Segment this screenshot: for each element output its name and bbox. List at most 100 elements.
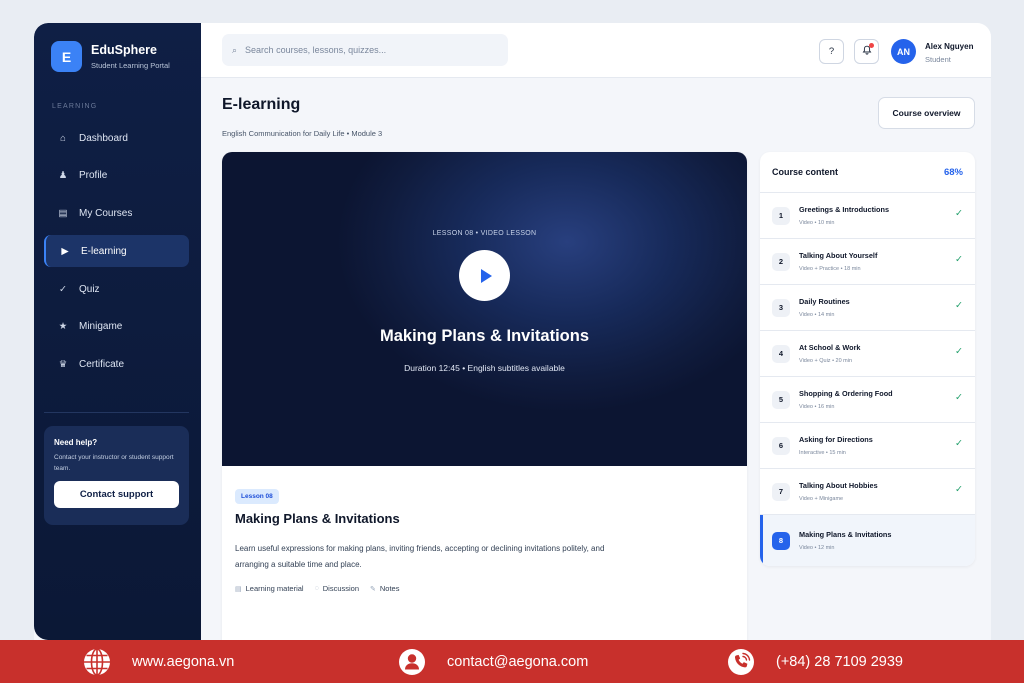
sidebar-item-quiz[interactable]: ✓ Quiz xyxy=(44,273,189,305)
sidebar: E EduSphere Student Learning Portal LEAR… xyxy=(34,23,201,640)
sidebar-item-label: Certificate xyxy=(79,359,125,371)
lesson-name: Asking for Directions xyxy=(799,435,873,444)
lesson-links: ▤ Learning material ◌ Discussion ✎ Notes xyxy=(235,584,410,593)
sidebar-nav: ⌂ Dashboard ♟ Profile ▤ My Courses ▶ E-l… xyxy=(44,122,189,387)
page-title: E-learning xyxy=(222,96,301,113)
learning-material-link[interactable]: ▤ Learning material xyxy=(235,584,304,593)
lesson-number: 4 xyxy=(772,344,790,363)
video-tag: LESSON 08 • VIDEO LESSON xyxy=(432,230,537,237)
footer-email-text: contact@aegona.com xyxy=(447,653,589,670)
lesson-list-item[interactable]: 2 Talking About Yourself Video + Practic… xyxy=(760,239,975,285)
sidebar-item-dashboard[interactable]: ⌂ Dashboard xyxy=(44,122,189,154)
lesson-name: Talking About Yourself xyxy=(799,251,878,260)
help-card: Need help? Contact your instructor or st… xyxy=(44,426,189,525)
lesson-number: 6 xyxy=(772,436,790,455)
footer-bar: www.aegona.vn contact@aegona.com (+84) 2… xyxy=(0,640,1024,683)
sidebar-item-minigame[interactable]: ★ Minigame xyxy=(44,311,189,343)
lesson-list-item[interactable]: 7 Talking About Hobbies Video + Minigame… xyxy=(760,469,975,515)
brand[interactable]: E EduSphere Student Learning Portal xyxy=(51,41,170,72)
sidebar-item-label: Quiz xyxy=(79,283,100,295)
notes-icon: ✎ xyxy=(370,585,376,593)
star-icon: ★ xyxy=(58,321,68,333)
lesson-meta: Video • 10 min xyxy=(799,220,835,226)
chat-icon: ◌ xyxy=(314,585,319,592)
app-window: E EduSphere Student Learning Portal LEAR… xyxy=(34,23,991,640)
sidebar-item-label: Profile xyxy=(79,170,108,182)
completed-check-icon: ✓ xyxy=(955,392,963,403)
footer-phone[interactable]: (+84) 28 7109 2939 xyxy=(724,640,903,683)
sidebar-divider xyxy=(44,412,189,413)
video-title: Making Plans & Invitations xyxy=(379,327,590,345)
help-button[interactable]: ? xyxy=(819,39,844,64)
sidebar-item-profile[interactable]: ♟ Profile xyxy=(44,160,189,192)
completed-check-icon: ✓ xyxy=(955,438,963,449)
notes-link[interactable]: ✎ Notes xyxy=(370,584,399,593)
user-role: Student xyxy=(925,55,951,64)
lesson-meta: Video + Practice • 18 min xyxy=(799,266,861,272)
lesson-name: Making Plans & Invitations xyxy=(799,530,892,539)
user-icon: ♟ xyxy=(58,170,68,182)
help-icon: ? xyxy=(828,46,835,57)
search-icon: ⌕ xyxy=(232,44,238,55)
notification-dot xyxy=(869,43,874,48)
help-title: Need help? xyxy=(54,438,98,447)
sidebar-item-label: My Courses xyxy=(79,208,133,220)
sidebar-item-certificate[interactable]: ♛ Certificate xyxy=(44,349,189,381)
course-content-header: Course content 68% xyxy=(760,152,975,193)
lesson-number: 2 xyxy=(772,252,790,271)
lesson-number: 5 xyxy=(772,390,790,409)
lesson-name: Shopping & Ordering Food xyxy=(799,389,893,398)
lesson-list-item[interactable]: 1 Greetings & Introductions Video • 10 m… xyxy=(760,193,975,239)
discussion-link[interactable]: ◌ Discussion xyxy=(315,584,359,593)
search-input[interactable] xyxy=(245,45,486,55)
lesson-meta: Interactive • 15 min xyxy=(799,450,846,456)
completed-check-icon: ✓ xyxy=(955,484,963,495)
brand-logo: E xyxy=(51,41,82,72)
lesson-list-item[interactable]: 3 Daily Routines Video • 14 min ✓ xyxy=(760,285,975,331)
brand-subtitle: Student Learning Portal xyxy=(91,61,170,70)
course-content-panel: Course content 68% 1 Greetings & Introdu… xyxy=(760,152,975,566)
topbar: ⌕ ? AN Alex Nguyen Student xyxy=(201,23,991,78)
video-player[interactable]: LESSON 08 • VIDEO LESSON Making Plans & … xyxy=(222,152,747,466)
lesson-card: LESSON 08 • VIDEO LESSON Making Plans & … xyxy=(222,152,747,640)
link-label: Notes xyxy=(379,584,400,593)
lesson-list-item[interactable]: 5 Shopping & Ordering Food Video • 16 mi… xyxy=(760,377,975,423)
completed-check-icon: ✓ xyxy=(955,300,963,311)
course-overview-button[interactable]: Course overview xyxy=(878,97,975,129)
lesson-number: 8 xyxy=(772,531,790,550)
avatar[interactable]: AN xyxy=(891,39,916,64)
crown-icon: ♛ xyxy=(58,359,68,371)
footer-email[interactable]: contact@aegona.com xyxy=(395,640,588,683)
check-icon: ✓ xyxy=(59,283,67,295)
help-text: Contact your instructor or student suppo… xyxy=(54,454,174,472)
lesson-list-item-current[interactable]: 8 Making Plans & Invitations Video • 12 … xyxy=(760,515,975,566)
lesson-list-item[interactable]: 6 Asking for Directions Interactive • 15… xyxy=(760,423,975,469)
play-icon: ▶ xyxy=(61,245,69,257)
lesson-meta: Video + Minigame xyxy=(799,496,844,502)
nav-section-label: LEARNING xyxy=(52,103,98,110)
user-name: Alex Nguyen xyxy=(925,42,974,51)
link-label: Learning material xyxy=(245,584,304,593)
course-progress: 68% xyxy=(943,166,963,178)
sidebar-item-e-learning[interactable]: ▶ E-learning xyxy=(44,235,189,268)
page-subtitle: English Communication for Daily Life • M… xyxy=(222,129,383,138)
courses-icon: ▤ xyxy=(58,208,68,220)
lesson-list-item[interactable]: 4 At School & Work Video + Quiz • 20 min… xyxy=(760,331,975,377)
lesson-meta: Video • 14 min xyxy=(799,312,835,318)
footer-website[interactable]: www.aegona.vn xyxy=(80,640,234,683)
search-box[interactable]: ⌕ xyxy=(222,34,508,66)
contact-support-button[interactable]: Contact support xyxy=(54,481,179,508)
completed-check-icon: ✓ xyxy=(955,346,963,357)
completed-check-icon: ✓ xyxy=(955,254,963,265)
video-meta: Duration 12:45 • English subtitles avail… xyxy=(404,363,565,373)
sidebar-item-my-courses[interactable]: ▤ My Courses xyxy=(44,198,189,230)
play-icon xyxy=(480,268,492,283)
lesson-badge: Lesson 08 xyxy=(235,489,279,504)
lesson-meta: Video + Quiz • 20 min xyxy=(799,358,853,364)
play-button[interactable] xyxy=(459,250,510,301)
link-label: Discussion xyxy=(322,584,360,593)
lesson-description: Learn useful expressions for making plan… xyxy=(235,544,605,569)
course-content-title: Course content xyxy=(772,167,839,177)
lesson-name: Daily Routines xyxy=(799,297,850,306)
notifications-button[interactable] xyxy=(854,39,879,64)
